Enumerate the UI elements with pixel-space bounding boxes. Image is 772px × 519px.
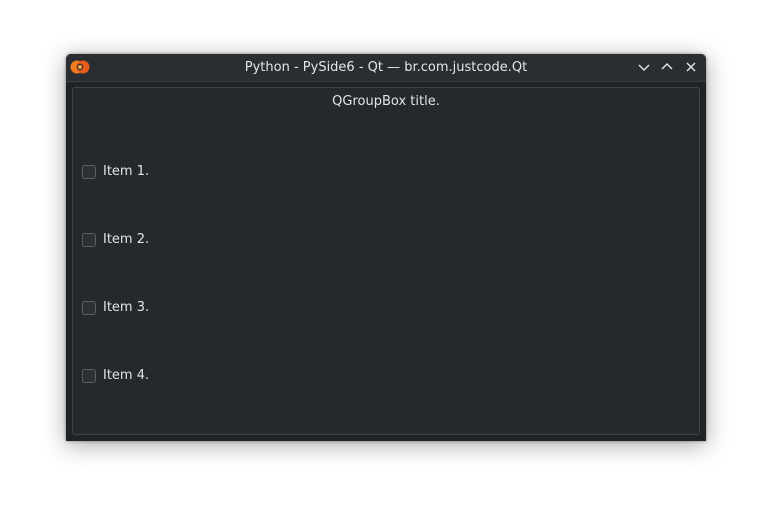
- window-title: Python - PySide6 - Qt — br.com.justcode.…: [244, 60, 528, 75]
- maximize-button[interactable]: [658, 58, 676, 76]
- checkbox-item-3[interactable]: Item 3.: [82, 299, 149, 317]
- title-bar[interactable]: Python - PySide6 - Qt — br.com.justcode.…: [66, 54, 706, 82]
- checkbox-label[interactable]: Item 1.: [103, 164, 149, 180]
- checkbox[interactable]: [82, 369, 96, 383]
- checkbox-item-2[interactable]: Item 2.: [82, 231, 149, 249]
- close-button[interactable]: [682, 58, 700, 76]
- group-box-title: QGroupBox title.: [332, 94, 440, 109]
- checkbox[interactable]: [82, 233, 96, 247]
- app-window: Python - PySide6 - Qt — br.com.justcode.…: [66, 54, 706, 441]
- checkbox-item-4[interactable]: Item 4.: [82, 367, 149, 385]
- checkbox[interactable]: [82, 165, 96, 179]
- checkbox-item-1[interactable]: Item 1.: [82, 163, 149, 181]
- minimize-button[interactable]: [635, 58, 653, 76]
- group-box: QGroupBox title. Item 1. Item 2. Item 3.…: [72, 87, 700, 435]
- window-content: QGroupBox title. Item 1. Item 2. Item 3.…: [66, 82, 706, 441]
- chevron-up-icon: [661, 63, 673, 70]
- checkbox-label[interactable]: Item 2.: [103, 232, 149, 248]
- checkbox-label[interactable]: Item 3.: [103, 300, 149, 316]
- checkbox-label[interactable]: Item 4.: [103, 368, 149, 384]
- chevron-down-icon: [638, 64, 650, 71]
- checkbox[interactable]: [82, 301, 96, 315]
- close-icon: [686, 62, 696, 72]
